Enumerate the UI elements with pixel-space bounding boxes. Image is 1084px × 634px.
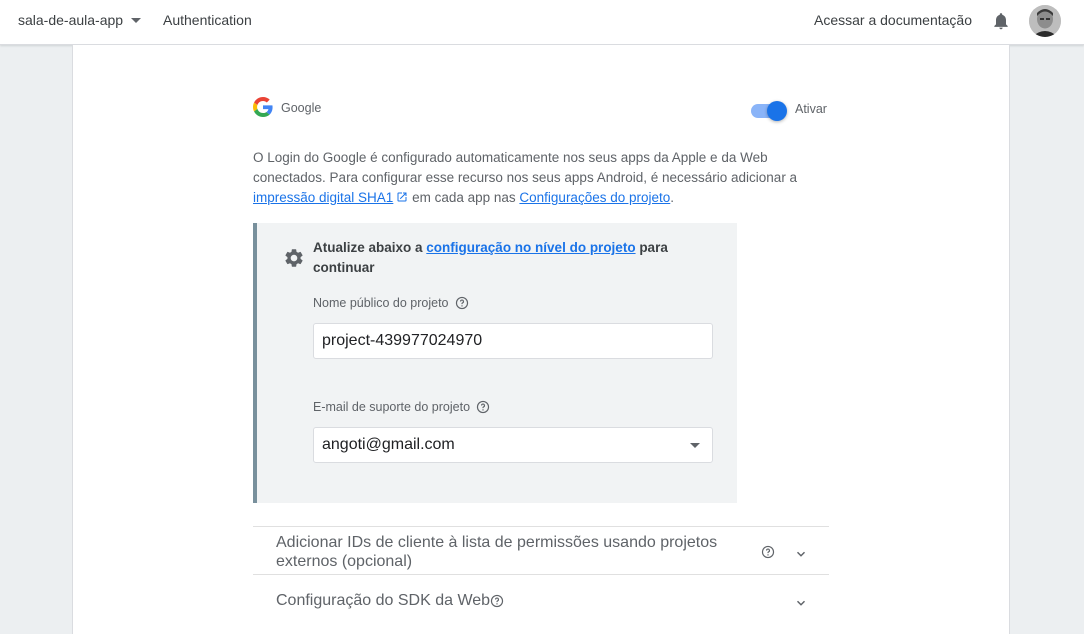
- user-photo: [1029, 5, 1061, 37]
- toggle-label: Ativar: [795, 102, 827, 116]
- project-config-box: Atualize abaixo a configuração no nível …: [253, 223, 737, 503]
- support-email-select[interactable]: angoti@gmail.com: [313, 427, 713, 463]
- project-selector[interactable]: sala-de-aula-app: [18, 12, 142, 28]
- project-settings-link[interactable]: Configurações do projeto: [519, 190, 670, 205]
- top-app-bar: sala-de-aula-app Authentication Acessar …: [0, 0, 1084, 45]
- chevron-down-icon: [796, 551, 806, 557]
- support-email-label-text: E-mail de suporte do projeto: [313, 400, 471, 414]
- bell-icon[interactable]: [991, 10, 1011, 32]
- help-icon[interactable]: [761, 545, 775, 559]
- web-sdk-expander[interactable]: Configuração do SDK da Web: [253, 574, 829, 634]
- help-icon[interactable]: [455, 296, 469, 310]
- gear-icon: [285, 249, 303, 267]
- help-icon[interactable]: [476, 400, 490, 414]
- project-name: sala-de-aula-app: [18, 12, 124, 28]
- support-email-value: angoti@gmail.com: [322, 436, 455, 453]
- project-level-config-link[interactable]: configuração no nível do projeto: [426, 240, 635, 255]
- public-name-label-text: Nome público do projeto: [313, 296, 449, 310]
- web-sdk-expander-label: Configuração do SDK da Web: [276, 592, 491, 609]
- avatar[interactable]: [1029, 5, 1061, 37]
- enable-toggle[interactable]: [751, 99, 788, 121]
- sha1-fingerprint-link[interactable]: impressão digital SHA1: [253, 190, 393, 205]
- config-prompt-text: Atualize abaixo a: [313, 240, 427, 255]
- google-logo-icon: [253, 97, 273, 117]
- dropdown-arrow-icon: [690, 443, 700, 448]
- chevron-down-icon: [796, 600, 806, 606]
- toggle-thumb: [767, 101, 787, 121]
- client-ids-expander-label: Adicionar IDs de cliente à lista de perm…: [276, 534, 718, 570]
- client-ids-expander[interactable]: Adicionar IDs de cliente à lista de perm…: [253, 526, 829, 575]
- config-prompt: Atualize abaixo a configuração no nível …: [313, 238, 683, 278]
- provider-description: O Login do Google é configurado automati…: [253, 148, 829, 208]
- help-icon[interactable]: [490, 594, 504, 608]
- docs-link[interactable]: Acessar a documentação: [814, 12, 972, 28]
- chevron-down-icon: [131, 18, 142, 23]
- description-text: O Login do Google é configurado automati…: [253, 150, 798, 185]
- support-email-label: E-mail de suporte do projeto: [313, 400, 490, 414]
- provider-name: Google: [281, 101, 322, 115]
- description-text: .: [670, 190, 675, 205]
- description-text: em cada app nas: [408, 190, 520, 205]
- public-name-input[interactable]: [313, 323, 713, 359]
- external-link-icon[interactable]: [396, 191, 408, 203]
- provider-header: Google Ativar: [253, 96, 829, 122]
- public-name-label: Nome público do projeto: [313, 296, 469, 310]
- page-title: Authentication: [163, 12, 252, 28]
